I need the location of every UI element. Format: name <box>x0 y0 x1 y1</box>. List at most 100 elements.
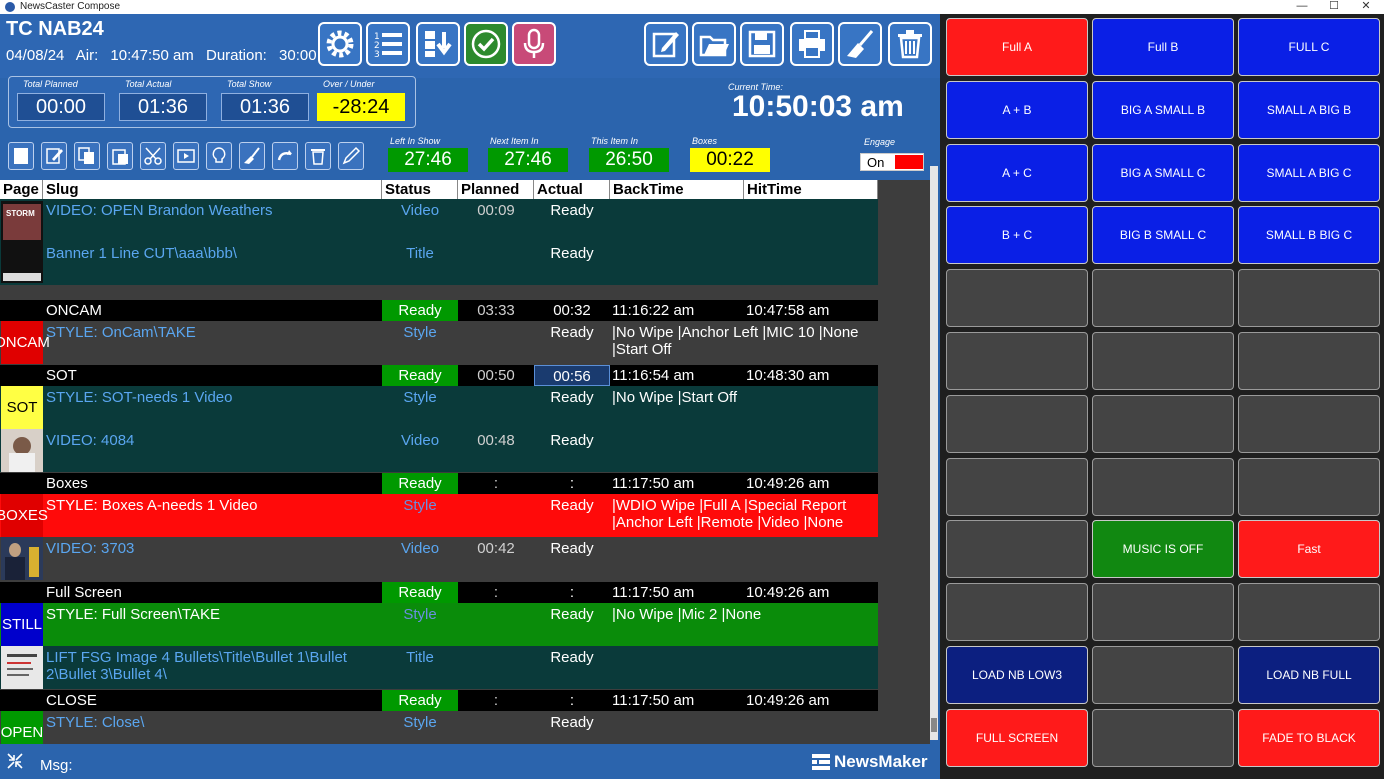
panel-button-1[interactable]: Full A <box>946 18 1088 76</box>
col-hittime[interactable]: HitTime <box>744 180 878 199</box>
panel-button-19[interactable] <box>946 394 1088 453</box>
save-button[interactable] <box>740 22 784 66</box>
panel-button-10[interactable]: B + C <box>946 206 1088 265</box>
item-row[interactable]: ONCAM STYLE: OnCam\TAKE Style Ready |No … <box>0 321 878 364</box>
panel-button-26[interactable]: MUSIC IS OFF <box>1092 520 1234 579</box>
panel-button-32[interactable] <box>1092 646 1234 704</box>
cut-button[interactable] <box>140 142 166 170</box>
scrollbar-thumb[interactable] <box>931 718 937 732</box>
item-row[interactable]: VIDEO: 3703 Video 00:42 Ready <box>0 537 878 580</box>
panel-button-17[interactable] <box>1092 332 1234 390</box>
maximize-button[interactable]: ☐ <box>1318 0 1350 14</box>
panel-button-21[interactable] <box>1238 394 1380 453</box>
panel-button-33[interactable]: LOAD NB FULL <box>1238 646 1380 704</box>
edit-button[interactable] <box>644 22 688 66</box>
panel-button-20[interactable] <box>1092 394 1234 453</box>
pen-button[interactable] <box>338 142 364 170</box>
paste-icon <box>112 149 128 165</box>
story-row-close[interactable]: CLOSE Ready : : 11:17:50 am 10:49:26 am <box>0 690 878 711</box>
story-row-oncam[interactable]: ONCAM Ready 03:33 00:32 11:16:22 am 10:4… <box>0 300 878 321</box>
preview-button[interactable] <box>173 142 199 170</box>
minimize-button[interactable]: — <box>1286 0 1318 14</box>
numbered-list-button[interactable]: 123 <box>366 22 410 66</box>
print-icon <box>799 30 825 58</box>
col-status[interactable]: Status <box>382 180 458 199</box>
panel-button-2[interactable]: Full B <box>1092 18 1234 76</box>
col-slug[interactable]: Slug <box>43 180 382 199</box>
clean-item-button[interactable] <box>239 142 265 170</box>
collapse-icon[interactable] <box>6 752 24 770</box>
panel-button-9[interactable]: SMALL A BIG C <box>1238 143 1380 202</box>
delete-button[interactable] <box>888 22 932 66</box>
story-row-full-screen[interactable]: Full Screen Ready : : 11:17:50 am 10:49:… <box>0 582 878 603</box>
story-slug: Full Screen <box>46 584 122 601</box>
item-row[interactable]: BOXES STYLE: Boxes A-needs 1 Video Style… <box>0 494 878 537</box>
panel-button-3[interactable]: FULL C <box>1238 18 1380 76</box>
panel-button-24[interactable] <box>1238 457 1380 516</box>
story-status: Ready <box>382 690 458 711</box>
panel-button-7[interactable]: A + C <box>946 143 1088 202</box>
panel-button-4[interactable]: A + B <box>946 80 1088 139</box>
engage-label: Engage <box>864 137 896 147</box>
item-status: Video <box>400 540 440 557</box>
panel-button-30[interactable] <box>1238 583 1380 642</box>
clean-button[interactable] <box>838 22 882 66</box>
undo-button[interactable] <box>272 142 298 170</box>
story-actual: : <box>569 475 575 492</box>
panel-button-36[interactable]: FADE TO BLACK <box>1238 708 1380 767</box>
this-item-in: This Item In 26:50 <box>589 136 669 172</box>
item-row[interactable]: STILL STYLE: Full Screen\TAKE Style Read… <box>0 603 878 646</box>
panel-button-6[interactable]: SMALL A BIG B <box>1238 80 1380 139</box>
open-button[interactable] <box>692 22 736 66</box>
paste-button[interactable] <box>107 142 133 170</box>
import-button[interactable] <box>416 22 460 66</box>
settings-button[interactable] <box>318 22 362 66</box>
boxes-timer-value: 00:22 <box>690 148 770 172</box>
col-planned[interactable]: Planned <box>458 180 534 199</box>
panel-button-14[interactable] <box>1092 269 1234 328</box>
item-status: Style <box>403 606 437 623</box>
engage-toggle[interactable]: On <box>860 153 924 171</box>
show-date: 04/08/24 <box>6 47 65 64</box>
panel-button-31[interactable]: LOAD NB LOW3 <box>946 646 1088 704</box>
panel-button-35[interactable] <box>1092 708 1234 767</box>
item-row[interactable]: LIFT FSG Image 4 Bullets\Title\Bullet 1\… <box>0 646 878 689</box>
col-actual[interactable]: Actual <box>534 180 610 199</box>
panel-button-28[interactable] <box>946 583 1088 642</box>
col-backtime[interactable]: BackTime <box>610 180 744 199</box>
approve-button[interactable] <box>464 22 508 66</box>
status-bar: Msg: NewsMaker <box>0 744 940 779</box>
col-page[interactable]: Page <box>0 180 43 199</box>
panel-button-8[interactable]: BIG A SMALL C <box>1092 143 1234 202</box>
edit-item-button[interactable] <box>41 142 67 170</box>
story-row-sot[interactable]: SOT Ready 00:50 00:56 11:16:54 am 10:48:… <box>0 365 878 386</box>
story-open-block[interactable]: STORM VIDEO: OPEN Brandon Weathers Video… <box>0 199 878 285</box>
panel-button-34[interactable]: FULL SCREEN <box>946 708 1088 767</box>
panel-button-5[interactable]: BIG A SMALL B <box>1092 80 1234 139</box>
copy-button[interactable] <box>74 142 100 170</box>
panel-button-23[interactable] <box>1092 457 1234 516</box>
story-row-boxes[interactable]: Boxes Ready : : 11:17:50 am 10:49:26 am <box>0 473 878 494</box>
microphone-button[interactable] <box>512 22 556 66</box>
panel-button-29[interactable] <box>1092 583 1234 642</box>
panel-button-18[interactable] <box>1238 332 1380 390</box>
panel-button-27[interactable]: Fast <box>1238 520 1380 579</box>
print-button[interactable] <box>790 22 834 66</box>
preview-icon <box>177 149 195 163</box>
idea-button[interactable] <box>206 142 232 170</box>
panel-button-11[interactable]: BIG B SMALL C <box>1092 206 1234 265</box>
panel-button-12[interactable]: SMALL B BIG C <box>1238 206 1380 265</box>
panel-button-16[interactable] <box>946 332 1088 390</box>
panel-button-25[interactable] <box>946 520 1088 579</box>
close-button[interactable]: ✕ <box>1350 0 1382 14</box>
new-item-button[interactable] <box>8 142 34 170</box>
next-item-in-label: Next Item In <box>490 136 539 146</box>
panel-button-22[interactable] <box>946 457 1088 516</box>
story-actual: : <box>569 692 575 709</box>
delete-item-button[interactable] <box>305 142 331 170</box>
panel-button-13[interactable] <box>946 269 1088 328</box>
current-time-value: 10:50:03 am <box>732 90 904 123</box>
grid-scrollbar[interactable] <box>930 166 938 740</box>
panel-button-15[interactable] <box>1238 269 1380 328</box>
item-row[interactable]: SOT STYLE: SOT-needs 1 Video Style Ready… <box>0 386 878 472</box>
